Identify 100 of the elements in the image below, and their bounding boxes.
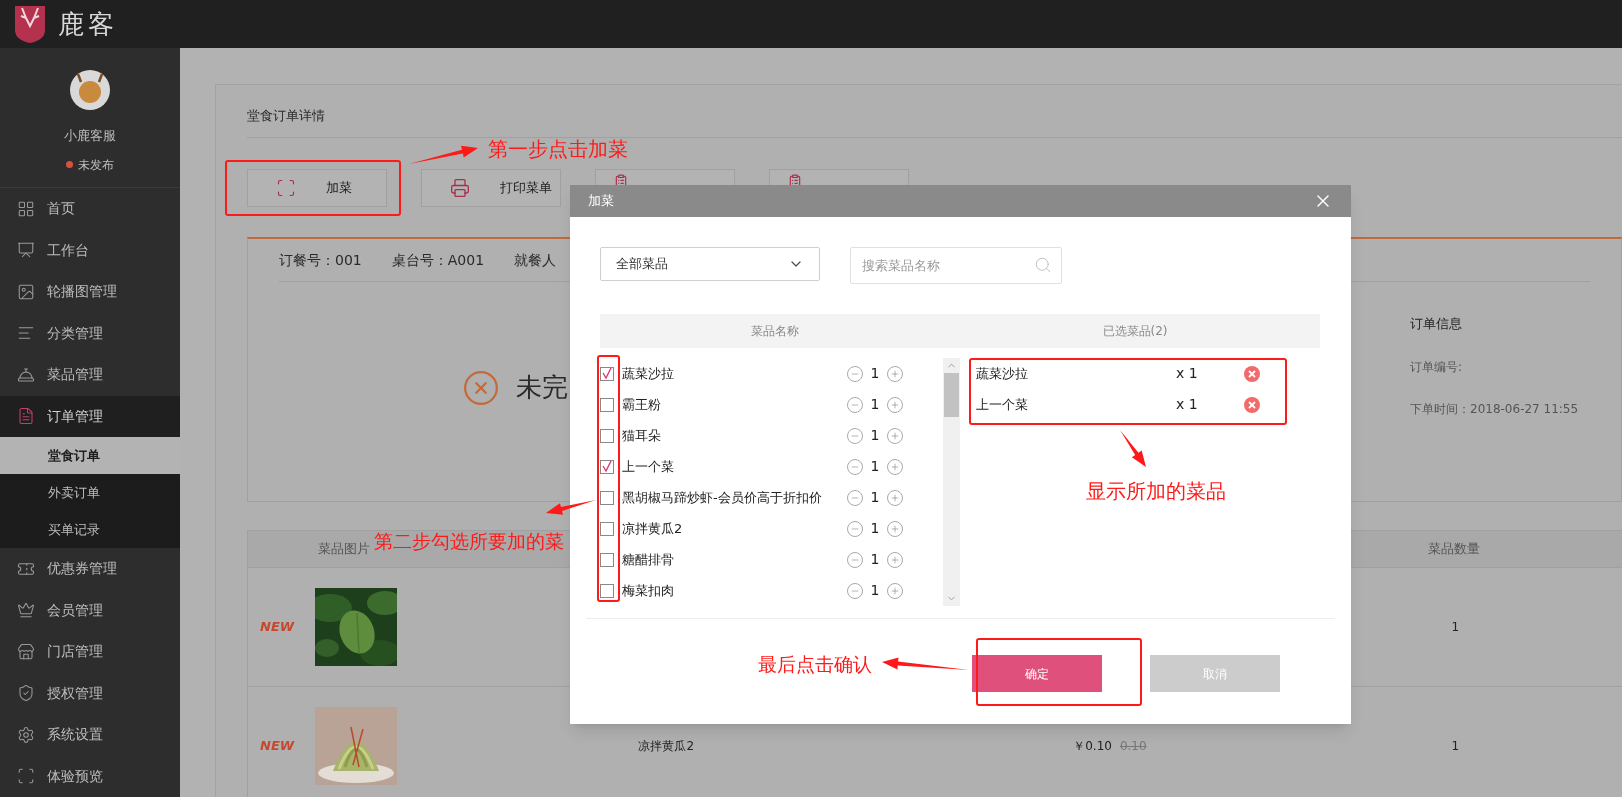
quantity: 1: [1450, 619, 1461, 636]
user-name: 小鹿客服: [64, 127, 116, 145]
status-label: 未发布: [78, 156, 114, 174]
check-icon: [602, 461, 612, 472]
printer-icon: [450, 178, 470, 198]
checkbox[interactable]: [600, 459, 614, 474]
checkbox[interactable]: [600, 490, 614, 505]
sidebar-item[interactable]: 门店管理: [0, 631, 180, 673]
quantity: 1: [1450, 738, 1461, 755]
sidebar-item[interactable]: 系统设置: [0, 714, 180, 756]
quantity: 1: [869, 364, 881, 383]
page-title: 堂食订单详情: [247, 108, 325, 123]
sidebar-item[interactable]: 菜品管理: [0, 354, 180, 396]
dish-name: 上一个菜: [622, 457, 675, 476]
quantity: 1: [869, 581, 881, 600]
confirm-button[interactable]: 确定: [972, 655, 1102, 692]
dish-name: 蔬菜沙拉: [622, 364, 675, 383]
order-status: 未完: [516, 371, 568, 405]
remove-icon[interactable]: [1244, 396, 1260, 413]
column-header: 菜品名称: [750, 323, 800, 340]
sidebar-subitem[interactable]: 堂食订单: [0, 437, 180, 474]
selected-quantity: x 1: [1176, 395, 1199, 414]
sidebar-item[interactable]: 体验预览: [0, 755, 180, 797]
selected-dish: 蔬菜沙拉: [976, 364, 1029, 383]
annotation-text: 显示所加的菜品: [1086, 478, 1226, 505]
checkbox[interactable]: [600, 397, 614, 412]
checkbox[interactable]: [600, 583, 614, 598]
store-icon: [17, 642, 35, 661]
clipboard-icon: [614, 174, 628, 188]
info-line: 订单编号:: [1410, 358, 1464, 376]
remove-icon[interactable]: [1244, 365, 1260, 382]
dish-name: 凉拌黄瓜2: [622, 519, 684, 538]
annotation-text: 最后点击确认: [758, 652, 872, 677]
dish-name: 梅菜扣肉: [622, 581, 675, 600]
annotation-text: 第二步勾选所要加的菜: [374, 529, 564, 554]
action-button[interactable]: 打印菜单: [421, 169, 561, 207]
scrollbar[interactable]: [943, 358, 960, 606]
search-icon: [1034, 256, 1052, 274]
quantity: 1: [869, 395, 881, 414]
sidebar-subitem[interactable]: 外卖订单: [0, 474, 180, 511]
search-field[interactable]: 搜索菜品名称: [850, 247, 1062, 284]
sidebar-subitem[interactable]: 买单记录: [0, 511, 180, 548]
dish-name: 霸王粉: [622, 395, 662, 414]
failed-icon: [462, 368, 500, 407]
sidebar-item[interactable]: 首页: [0, 188, 180, 230]
dish-name: 黑胡椒马蹄炒虾-会员价高于折扣价: [622, 488, 823, 507]
selected-quantity: x 1: [1176, 364, 1199, 383]
scan-icon: [17, 767, 35, 786]
column-header: 菜品图片: [317, 540, 370, 559]
checkbox[interactable]: [600, 521, 614, 536]
quantity: 1: [869, 426, 881, 445]
settings-icon: [17, 725, 35, 744]
dish-name: 糖醋排骨: [622, 550, 675, 569]
category-select[interactable]: 全部菜品: [600, 247, 820, 281]
order-field: 桌台号：A001: [391, 249, 485, 271]
grid-icon: [17, 199, 35, 218]
shield-icon: [17, 684, 35, 703]
order-field: 订餐号：001: [279, 249, 362, 271]
column-header: 菜品数量: [1428, 540, 1481, 559]
minus-icon[interactable]: [847, 582, 863, 599]
selected-dish: 上一个菜: [976, 395, 1029, 414]
order-field: 就餐人: [514, 249, 557, 271]
sidebar-item[interactable]: 轮播图管理: [0, 271, 180, 313]
checkbox[interactable]: [600, 552, 614, 567]
crown-icon: [17, 601, 35, 620]
original-price: 0.10: [1119, 738, 1147, 755]
info-title: 订单信息: [1410, 315, 1463, 333]
sidebar-item[interactable]: 订单管理: [0, 395, 180, 437]
column-header: 已选菜品(2): [1101, 323, 1169, 340]
quantity: 1: [869, 488, 881, 507]
add-icon: [276, 178, 296, 198]
sidebar-item[interactable]: 授权管理: [0, 672, 180, 714]
quantity: 1: [869, 519, 881, 538]
action-button[interactable]: 加菜: [247, 169, 387, 207]
sidebar-item[interactable]: 会员管理: [0, 589, 180, 631]
sidebar-item[interactable]: 工作台: [0, 229, 180, 271]
document-icon: [17, 407, 35, 426]
clipboard-icon: [788, 174, 802, 188]
info-line: 下单时间：2018-06-27 11:55: [1410, 400, 1579, 418]
annotation-text: 第一步点击加菜: [488, 136, 628, 163]
dish-name: 凉拌黄瓜2: [638, 739, 694, 753]
check-icon: [602, 368, 612, 379]
price: ￥0.10: [1073, 738, 1112, 755]
logo-icon: [12, 4, 48, 44]
new-label: NEW: [260, 618, 295, 637]
checkbox[interactable]: [600, 366, 614, 381]
dialog-title: 加菜: [588, 192, 614, 211]
annotation-arrow: [409, 145, 478, 164]
sidebar-item[interactable]: 分类管理: [0, 312, 180, 354]
image-icon: [17, 282, 35, 301]
monitor-icon: [17, 241, 35, 260]
bell-icon: [17, 365, 35, 384]
scroll-thumb[interactable]: [944, 373, 959, 417]
logo-text: 鹿客: [58, 7, 118, 41]
checkbox[interactable]: [600, 428, 614, 443]
sidebar-item[interactable]: 优惠券管理: [0, 548, 180, 590]
quantity: 1: [869, 550, 881, 569]
avatar: [70, 70, 110, 110]
quantity: 1: [869, 457, 881, 476]
dish-name: 猫耳朵: [622, 426, 662, 445]
